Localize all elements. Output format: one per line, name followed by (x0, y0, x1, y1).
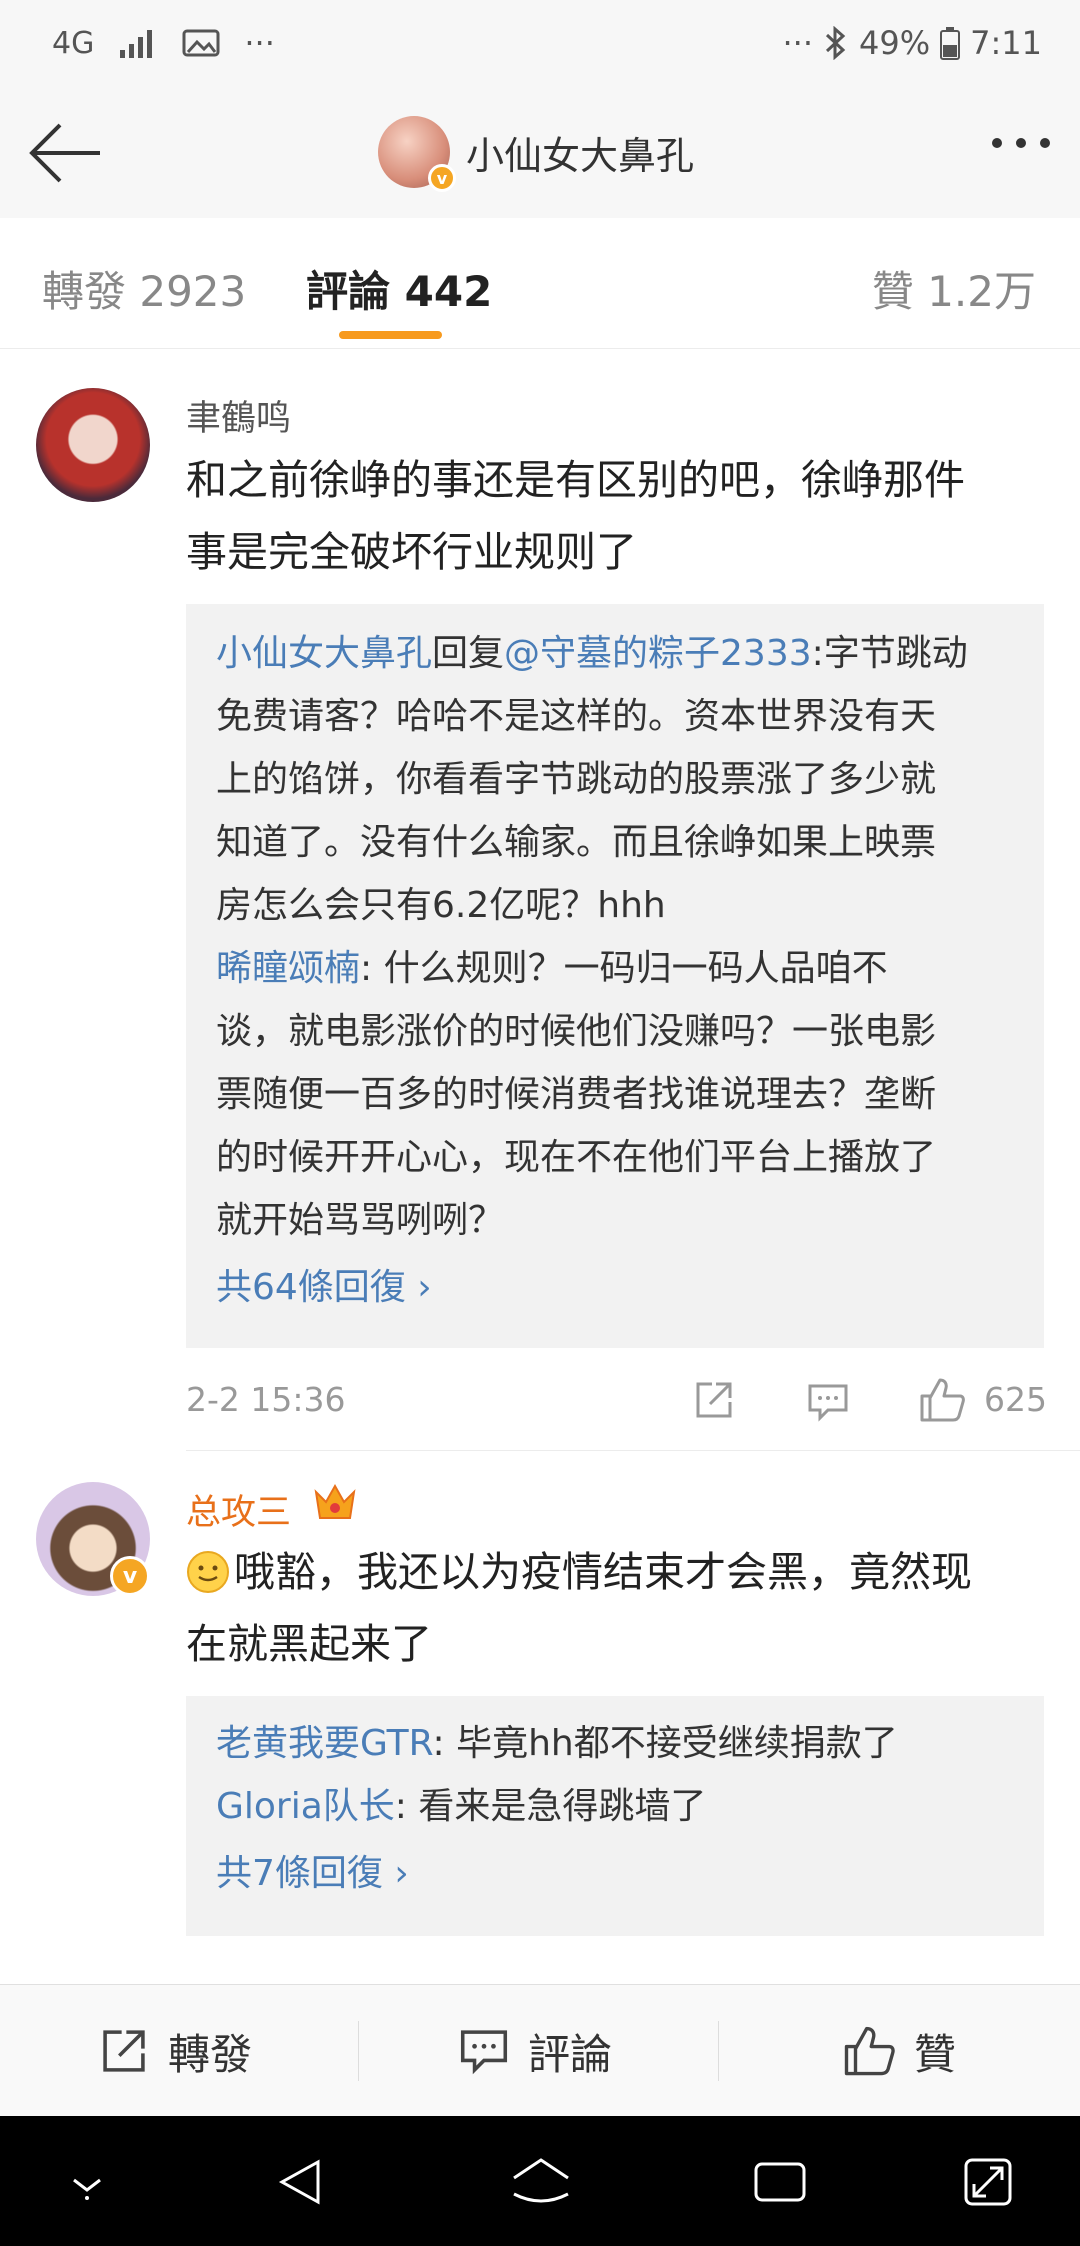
back-nav-icon[interactable] (274, 2156, 326, 2208)
smile-emoji-icon (187, 1551, 229, 1593)
comment-text-line: 和之前徐峥的事还是有区别的吧，徐峥那件 (186, 456, 965, 504)
reply-author[interactable]: 晞瞳颂楠 (216, 948, 360, 989)
reply-text-line: 就开始骂骂咧咧？ (216, 1200, 505, 1241)
reply-item: Gloria队长: 看来是急得跳墙了 (186, 1775, 1044, 1838)
reply-item: 小仙女大鼻孔回复@守墓的粽子2333:字节跳动 (186, 622, 1044, 685)
header-avatar[interactable]: v (378, 116, 456, 192)
reply-verb: 回复 (432, 633, 505, 674)
comment-timestamp: 2-2 15:36 (186, 1380, 346, 1419)
verified-badge-icon: v (428, 164, 456, 192)
like-button[interactable]: 贊 (842, 1985, 956, 2117)
reply-text: : 毕竟hh都不接受继续捐款了 (432, 1723, 898, 1764)
header-profile[interactable]: v 小仙女大鼻孔 (378, 116, 695, 192)
reply-item: 晞瞳颂楠: 什么规则？一码归一码人品咱不 (186, 937, 1044, 1000)
reply-text-line: 房怎么会只有6.2亿呢？hhh (216, 885, 666, 926)
reply-author[interactable]: Gloria队长 (216, 1786, 395, 1827)
repost-label: 轉發 (168, 2029, 253, 2079)
reply-icon[interactable] (806, 1380, 850, 1424)
reply-text: :字节跳动 (811, 633, 968, 674)
comment-avatar[interactable] (36, 388, 150, 502)
tab-comments[interactable]: 評論 442 (306, 258, 492, 319)
signal-icon (120, 30, 153, 58)
comment-button[interactable]: 評論 (458, 1985, 612, 2117)
comment-text-line: 哦豁，我还以为疫情结束才会黑，竟然现 (186, 1536, 1080, 1608)
reply-text-line: 知道了。没有什么输家。而且徐峥如果上映票 (216, 822, 937, 863)
comment-text-line: 事是完全破坏行业规则了 (186, 528, 637, 576)
view-all-replies-link[interactable]: 共7條回復 › (186, 1844, 1044, 1896)
home-nav-icon[interactable] (510, 2156, 572, 2208)
share-icon[interactable] (692, 1378, 736, 1422)
comment-icon (460, 2030, 508, 2075)
back-arrow-icon[interactable] (26, 120, 106, 186)
hide-nav-icon[interactable] (64, 2166, 110, 2202)
like-icon[interactable] (918, 1376, 966, 1424)
toolbar-divider (358, 2021, 359, 2081)
page-title: 小仙女大鼻孔 (466, 133, 695, 178)
comment-text-span: 哦豁，我还以为疫情结束才会黑，竟然现 (234, 1548, 972, 1596)
vip-crown-icon (314, 1483, 356, 1519)
recent-apps-icon[interactable] (752, 2156, 808, 2208)
bluetooth-icon (825, 26, 846, 60)
active-tab-indicator (339, 331, 442, 339)
like-label: 贊 (914, 2029, 957, 2079)
reply-text-line: 票随便一百多的时候消费者找谁说理去？垄断 (216, 1074, 937, 1115)
status-bar: 4G ··· ··· 49% 7:11 (0, 0, 1080, 90)
reply-text: : 看来是急得跳墙了 (394, 1786, 707, 1827)
network-indicator: 4G (52, 25, 95, 61)
battery-percent: 49% (859, 24, 931, 62)
reply-item: 老黄我要GTR: 毕竟hh都不接受继续捐款了 (186, 1712, 1044, 1775)
comment-label: 評論 (528, 2029, 613, 2079)
thumbs-up-icon (844, 2026, 895, 2076)
reply-text-line: 上的馅饼，你看看字节跳动的股票涨了多少就 (216, 759, 937, 800)
tab-bar: 轉發 2923 評論 442 贊 1.2万 (0, 218, 1080, 349)
status-more-right-icon: ··· (782, 24, 814, 62)
bottom-toolbar: 轉發 評論 贊 (0, 1984, 1080, 2117)
tab-likes[interactable]: 贊 1.2万 (872, 258, 1036, 319)
more-options-icon[interactable] (992, 138, 1050, 148)
reply-box[interactable]: 老黄我要GTR: 毕竟hh都不接受继续捐款了 Gloria队长: 看来是急得跳墙… (186, 1696, 1044, 1936)
comment-text: 哦豁，我还以为疫情结束才会黑，竟然现 在就黑起来了 (186, 1536, 1080, 1680)
repost-button[interactable]: 轉發 (98, 1985, 252, 2117)
system-nav-bar (0, 2116, 1080, 2246)
comment-avatar[interactable]: v (36, 1482, 150, 1596)
tab-reposts[interactable]: 轉發 2923 (42, 258, 246, 319)
nav-bar: v 小仙女大鼻孔 (0, 90, 1080, 219)
comment-text: 和之前徐峥的事还是有区别的吧，徐峥那件 事是完全破坏行业规则了 (186, 444, 1080, 588)
battery-icon (940, 27, 961, 60)
reply-text-line: 免费请客？哈哈不是这样的。资本世界没有天 (216, 696, 937, 737)
image-notification-icon (182, 29, 220, 57)
toolbar-divider (718, 2021, 719, 2081)
status-more-icon: ··· (244, 24, 275, 62)
rotate-screen-icon[interactable] (962, 2156, 1014, 2208)
reply-mention[interactable]: @守墓的粽子2333 (504, 633, 812, 674)
comment-username[interactable]: 聿鶴鸣 (186, 390, 291, 441)
comment-text-line: 在就黑起来了 (186, 1620, 432, 1668)
like-count: 625 (984, 1380, 1047, 1419)
clock: 7:11 (970, 24, 1042, 62)
reply-box[interactable]: 小仙女大鼻孔回复@守墓的粽子2333:字节跳动 免费请客？哈哈不是这样的。资本世… (186, 604, 1044, 1348)
reply-text-line: 谈，就电影涨价的时候他们没赚吗？一张电影 (216, 1011, 937, 1052)
verified-badge-icon: v (110, 1556, 150, 1596)
comment-username[interactable]: 总攻三 (186, 1484, 291, 1535)
reply-text-line: 的时候开开心心，现在不在他们平台上播放了 (216, 1137, 937, 1178)
reply-text: : 什么规则？一码归一码人品咱不 (360, 948, 888, 989)
reply-author[interactable]: 老黄我要GTR (216, 1723, 433, 1764)
repost-icon (103, 2030, 145, 2072)
comment-divider (186, 1450, 1080, 1451)
view-all-replies-link[interactable]: 共64條回復 › (186, 1258, 1044, 1310)
reply-author[interactable]: 小仙女大鼻孔 (216, 633, 432, 674)
